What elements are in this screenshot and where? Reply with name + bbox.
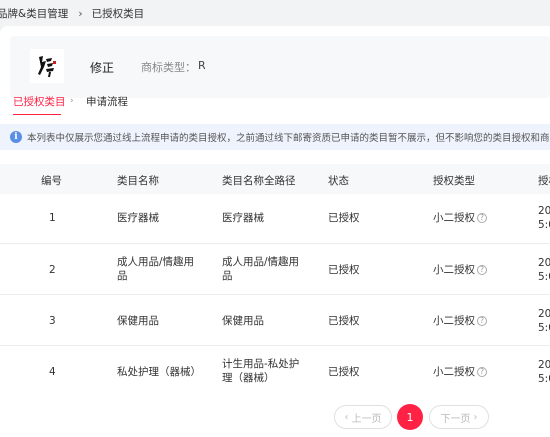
breadcrumb: 品牌&类目管理 › 已授权类目 xyxy=(0,0,550,26)
row-number: 1 xyxy=(49,212,56,224)
info-icon: i xyxy=(10,131,22,143)
row-auth-type: 小二授权? xyxy=(433,263,487,277)
current-page-button[interactable]: 1 xyxy=(397,404,423,430)
row-status: 已授权 xyxy=(328,315,360,327)
brand-name: 修正 xyxy=(90,61,115,75)
column-header-status: 状态 xyxy=(328,175,349,187)
trademark-type-value: R xyxy=(198,59,206,72)
notice-banner: i 本列表中仅展示您通过线上流程申请的类目授权，之前通过线下邮寄资质已申请的类目… xyxy=(0,124,550,150)
row-auth-type: 小二授权? xyxy=(433,365,487,379)
auth-type-label: 小二授权 xyxy=(433,264,475,276)
chevron-right-icon: › xyxy=(473,411,478,423)
breadcrumb-current: 已授权类目 xyxy=(91,7,145,20)
breadcrumb-parent[interactable]: 品牌&类目管理 xyxy=(0,6,68,21)
row-status: 已授权 xyxy=(328,366,360,378)
column-header-category-name: 类目名称 xyxy=(117,175,159,187)
notice-text: 本列表中仅展示您通过线上流程申请的类目授权，之前通过线下邮寄资质已申请的类目暂不… xyxy=(27,133,550,144)
column-header-auth-time: 授权 xyxy=(538,175,550,187)
brand-logo xyxy=(30,49,64,83)
row-category-name: 私处护理（器械） xyxy=(117,366,201,378)
next-page-label: 下一页 xyxy=(440,413,471,425)
row-auth-time-clock: 5:0 xyxy=(538,219,550,231)
row-auth-time-date: 20 xyxy=(538,308,550,320)
row-auth-time-date: 20 xyxy=(538,205,550,217)
row-category-path: 计生用品-私处护理（器械） xyxy=(222,358,300,384)
row-number: 4 xyxy=(49,366,56,378)
table-row: 4 私处护理（器械） 计生用品-私处护理（器械） 已授权 小二授权? 20 5:… xyxy=(0,346,550,397)
active-tab-indicator xyxy=(13,114,61,115)
chevron-left-icon: ‹ xyxy=(344,411,349,423)
row-category-path: 医疗器械 xyxy=(222,212,264,224)
row-auth-type: 小二授权? xyxy=(433,314,487,328)
question-circle-icon[interactable]: ? xyxy=(477,213,487,223)
question-circle-icon[interactable]: ? xyxy=(477,265,487,275)
prev-page-button[interactable]: ‹ 上一页 xyxy=(334,405,392,429)
main-card: 修正 商标类型： R 已授权类目 › 申请流程 i 本列表中仅展示您通过线上流程… xyxy=(0,26,550,437)
row-auth-time-clock: 5:0 xyxy=(538,373,550,385)
row-auth-time-date: 20 xyxy=(538,257,550,269)
brand-header: 修正 商标类型： R xyxy=(10,36,550,98)
tab-separator: › xyxy=(70,96,74,106)
trademark-type-label: 商标类型： xyxy=(141,61,196,74)
row-category-path: 保健用品 xyxy=(222,315,264,327)
row-auth-type: 小二授权? xyxy=(433,211,487,225)
row-category-name: 保健用品 xyxy=(117,315,159,327)
column-header-number: 编号 xyxy=(41,175,62,187)
auth-type-label: 小二授权 xyxy=(433,366,475,378)
auth-type-label: 小二授权 xyxy=(433,212,475,224)
table-row: 1 医疗器械 医疗器械 已授权 小二授权? 20 5:0 xyxy=(0,194,550,244)
row-number: 3 xyxy=(49,315,56,327)
tab-apply-process[interactable]: 申请流程 xyxy=(86,94,128,109)
row-category-name: 成人用品/情趣用品 xyxy=(117,256,195,282)
row-number: 2 xyxy=(49,264,56,276)
row-category-path: 成人用品/情趣用品 xyxy=(222,256,300,282)
prev-page-label: 上一页 xyxy=(351,413,382,425)
row-auth-time-clock: 5:0 xyxy=(538,322,550,334)
question-circle-icon[interactable]: ? xyxy=(477,367,487,377)
row-status: 已授权 xyxy=(328,212,360,224)
question-circle-icon[interactable]: ? xyxy=(477,316,487,326)
row-auth-time-clock: 5:0 xyxy=(538,271,550,283)
auth-type-label: 小二授权 xyxy=(433,315,475,327)
next-page-button[interactable]: 下一页 › xyxy=(429,405,489,429)
table-header: 编号 类目名称 类目名称全路径 状态 授权类型 授权 xyxy=(0,164,550,194)
row-category-name: 医疗器械 xyxy=(117,212,159,224)
column-header-category-path: 类目名称全路径 xyxy=(222,175,296,187)
table-row: 3 保健用品 保健用品 已授权 小二授权? 20 5:0 xyxy=(0,295,550,346)
table-row: 2 成人用品/情趣用品 成人用品/情趣用品 已授权 小二授权? 20 5:0 xyxy=(0,244,550,295)
row-auth-time-date: 20 xyxy=(538,359,550,371)
row-status: 已授权 xyxy=(328,264,360,276)
breadcrumb-separator: › xyxy=(78,6,83,20)
tab-authorized-categories[interactable]: 已授权类目 xyxy=(13,94,66,109)
column-header-auth-type: 授权类型 xyxy=(433,175,475,187)
